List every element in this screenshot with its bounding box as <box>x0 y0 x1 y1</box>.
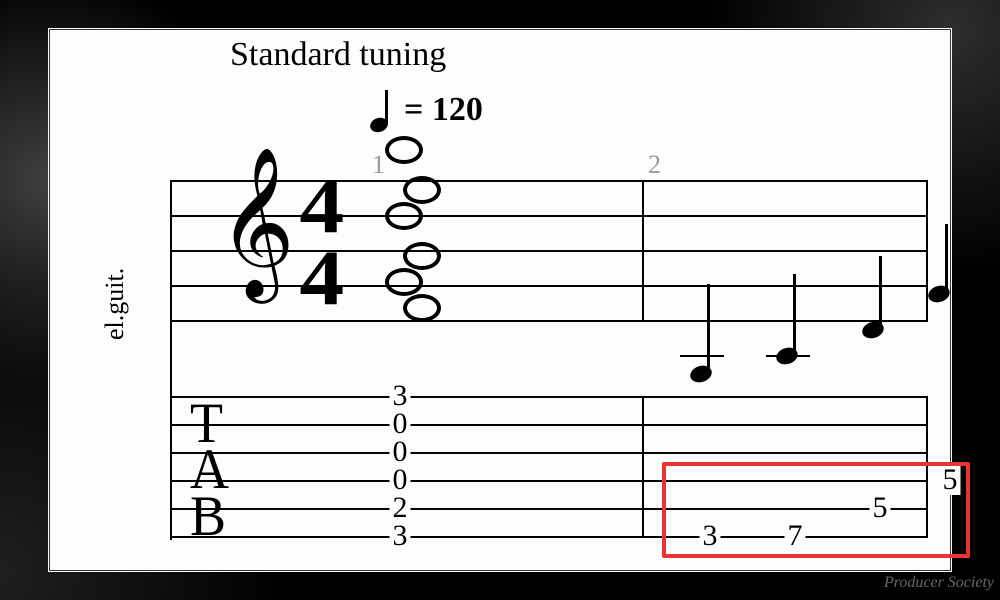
timesig-numerator: 4 <box>299 170 339 242</box>
notation-staff: 𝄞 4 4 1 2 <box>170 180 928 320</box>
tempo-value: = 120 <box>404 91 483 129</box>
timesig-denominator: 4 <box>299 242 339 314</box>
tab-barline <box>642 396 644 536</box>
highlight-box <box>662 462 970 558</box>
watermark-logo: Producer Society <box>884 574 994 592</box>
tuning-label: Standard tuning <box>230 36 446 74</box>
bar-number-2: 2 <box>648 150 661 180</box>
tab-fret: 3 <box>390 521 411 551</box>
instrument-label: el.guit. <box>100 268 130 340</box>
bar-number-1: 1 <box>372 150 385 180</box>
barline-end <box>926 180 928 320</box>
quarter-note-icon <box>370 88 390 132</box>
sheet-music-page: Standard tuning = 120 el.guit. 𝄞 4 4 <box>48 28 952 572</box>
score-system: el.guit. 𝄞 4 4 1 2 <box>130 180 928 540</box>
chord-bar1 <box>385 136 441 320</box>
treble-clef-icon: 𝄞 <box>218 158 295 288</box>
time-signature: 4 4 <box>302 170 337 314</box>
barline <box>642 180 644 320</box>
tempo-marking: = 120 <box>370 88 483 132</box>
tab-staff: T A B 3 0 0 0 2 3 3 7 5 <box>170 396 928 540</box>
tab-clef: T A B <box>190 400 227 539</box>
